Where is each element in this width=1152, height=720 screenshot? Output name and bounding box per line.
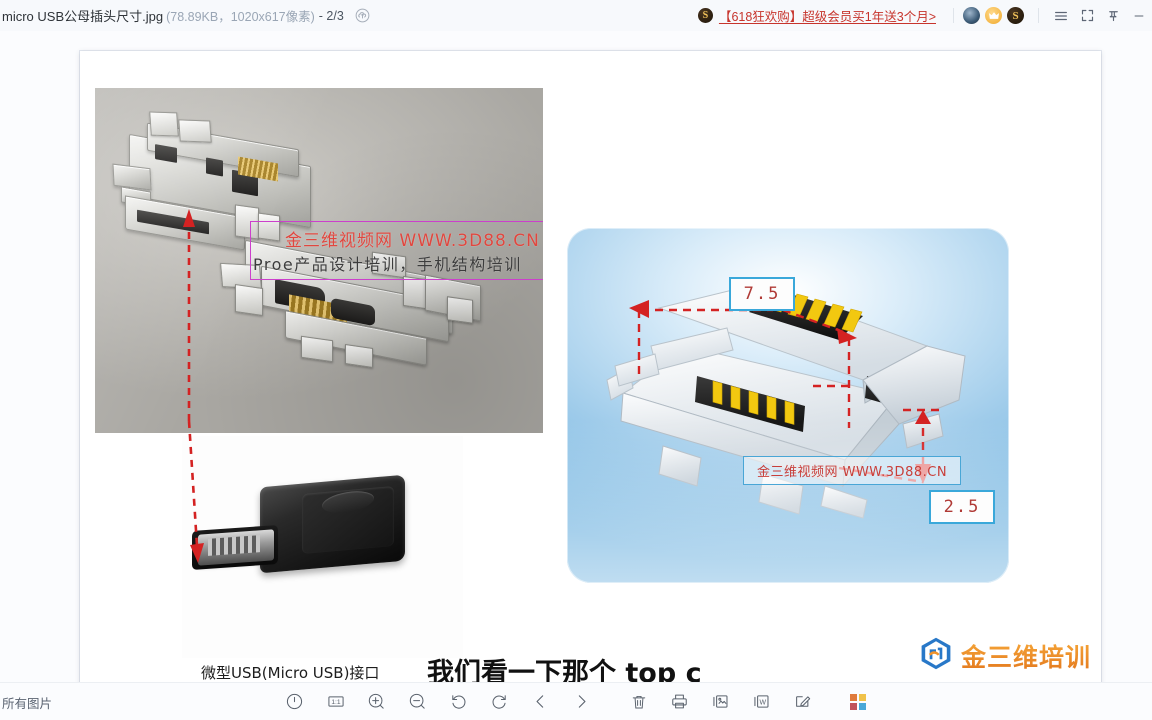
cube-logo-icon [918,635,954,676]
promo-banner[interactable]: S 【618狂欢购】超级会员买1年送3个月> [697,6,936,25]
image-page-card: 金三维视频网 WWW.3D88.CN Proe产品设计培训，手机结构培训 微型U… [80,51,1101,683]
next-image-button[interactable] [571,691,593,713]
adapter-plug-contacts [208,535,260,556]
fit-to-window-button[interactable] [284,691,306,713]
bottom-toolbar: 所有图片 1:1 W [0,682,1152,720]
title-bar: micro USB公母插头尺寸.jpg (78.89KB，1020x617像素)… [0,0,1152,32]
edit-button[interactable] [792,691,814,713]
height-dimension-box: 2.5 [929,490,995,524]
rotate-right-button[interactable] [489,691,511,713]
toolbar-buttons: 1:1 W [0,683,1152,720]
subtitle-overlay: 我们看一下那个 top c [427,658,702,683]
brand-logo-text: 金三维培训 [961,638,1091,674]
pin-button[interactable] [1100,3,1126,29]
cad-watermark-text: 金三维视频网 WWW.3D88.CN [756,465,948,480]
watermark-line-2: Proe产品设计培训，手机结构培训 [253,255,522,274]
color-palette-button[interactable] [847,691,869,713]
divider [953,8,954,23]
minimize-button[interactable] [1126,3,1152,29]
divider-2 [1038,8,1039,23]
cad-watermark-box: 金三维视频网 WWW.3D88.CN [743,456,961,485]
brand-logo: 金三维培训 [918,635,1091,676]
width-dimension-value: 7.5 [743,284,781,304]
rotate-left-button[interactable] [448,691,470,713]
file-meta: (78.89KB，1020x617像素) [166,10,315,24]
width-dimension-box: 7.5 [729,277,795,311]
file-info: micro USB公母插头尺寸.jpg (78.89KB，1020x617像素)… [0,6,371,25]
page-indicator: - 2/3 [318,8,344,23]
actual-size-button[interactable]: 1:1 [325,691,347,713]
black-micro-usb-otg-adapter-photo [182,436,463,658]
svg-text:1:1: 1:1 [331,699,341,706]
image-to-pdf-button[interactable] [710,691,732,713]
photo-watermark-box: 金三维视频网 WWW.3D88.CN Proe产品设计培训，手机结构培训 [250,221,543,280]
image-viewer-area[interactable]: 金三维视频网 WWW.3D88.CN Proe产品设计培训，手机结构培训 微型U… [0,31,1152,683]
zoom-out-button[interactable] [407,691,429,713]
svg-text:W: W [760,699,767,706]
micro-usb-caption: 微型USB(Micro USB)接口 [201,664,380,682]
image-viewer-window: micro USB公母插头尺寸.jpg (78.89KB，1020x617像素)… [0,0,1152,720]
fullscreen-button[interactable] [1074,3,1100,29]
file-title: micro USB公母插头尺寸.jpg [2,9,164,24]
watermark-line-1: 金三维视频网 WWW.3D88.CN [285,231,540,251]
height-dimension-value: 2.5 [943,497,981,517]
promo-link[interactable]: 【618狂欢购】超级会员买1年送3个月> [719,6,936,25]
account-icons: S [963,7,1029,24]
micro-usb-metal-connectors-photo: 金三维视频网 WWW.3D88.CN Proe产品设计培训，手机结构培训 [95,88,543,433]
image-to-word-button[interactable]: W [751,691,773,713]
print-button[interactable] [669,691,691,713]
delete-button[interactable] [628,691,650,713]
sogou-coin-avatar[interactable]: S [1007,7,1024,24]
vip-crown-avatar[interactable] [985,7,1002,24]
zoom-in-button[interactable] [366,691,388,713]
micro-usb-3d-cad-render: 7.5 2.5 金三维视频网 WWW.3D88.CN [567,228,1009,583]
menu-button[interactable] [1048,3,1074,29]
color-swatch-icon [849,693,866,710]
cloud-upload-icon[interactable] [354,7,371,24]
previous-image-button[interactable] [530,691,552,713]
user-avatar[interactable] [963,7,980,24]
promo-coin-icon: S [697,8,713,23]
